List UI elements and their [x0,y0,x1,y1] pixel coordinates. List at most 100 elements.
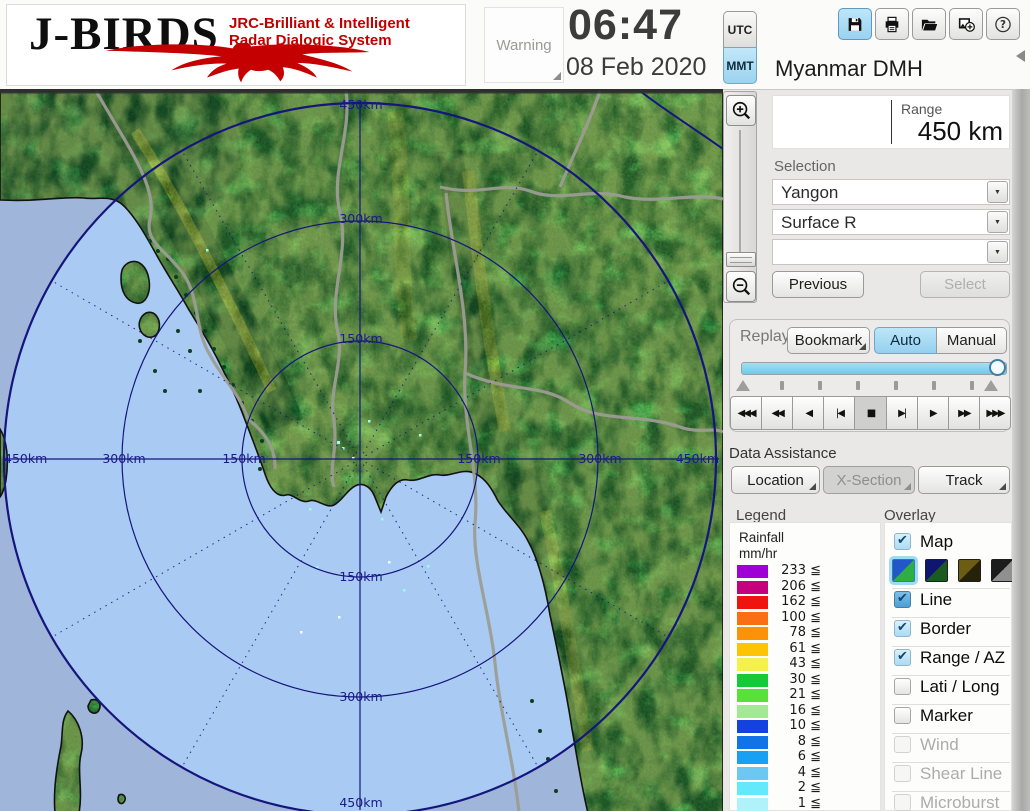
app-logo: J-BIRDS JRC-Brilliant & Intelligent Rada… [6,4,466,86]
replay-progress-slider[interactable] [741,362,1007,375]
replay-slider-handle[interactable] [989,359,1006,376]
replay-label: Replay [740,328,790,346]
product-dropdown[interactable]: Surface R ▼ [772,209,1010,235]
slider-tick [856,381,860,390]
map-style-swatch-4[interactable] [991,559,1014,582]
slider-tick [818,381,822,390]
ring-label: 150km [457,451,500,466]
chevron-down-icon[interactable]: ▼ [987,211,1008,233]
legend-swatch [737,627,768,640]
map-zoom-control [723,91,757,303]
print-button[interactable] [875,8,909,40]
chevron-down-icon[interactable]: ▼ [987,241,1008,263]
location-button[interactable]: Location [731,466,820,494]
warning-label: Warning [496,37,551,54]
legend-swatch [737,767,768,780]
overlay-row-border: Border [892,617,1010,644]
warning-button[interactable]: Warning [484,7,564,83]
legend-value: 4 ≦ [771,765,821,780]
overlay-label: Range / AZ [920,648,1005,668]
timezone-mmt-button[interactable]: MMT [723,47,757,84]
playback-forward-button[interactable]: ▶▶ [948,396,980,430]
playback-play-button[interactable]: ▶ [917,396,949,430]
zoom-slider-handle[interactable] [726,252,756,267]
legend-swatch [737,643,768,656]
overlay-row-marker: Marker [892,704,1010,731]
ring-label: 150km [339,569,382,584]
playback-step-back-button[interactable]: |◀ [823,396,855,430]
legend-swatch [737,782,768,795]
logo-tagline-line1: JRC-Brilliant & Intelligent [229,15,410,32]
select-button[interactable]: Select [920,271,1010,298]
playback-step-forward-button[interactable]: ▶| [886,396,918,430]
border-checkbox[interactable] [894,620,911,637]
replay-range-end-marker[interactable] [984,380,998,391]
legend-value: 6 ≦ [771,749,821,764]
timezone-utc-button[interactable]: UTC [723,11,757,48]
microburst-checkbox [894,794,911,811]
radar-map[interactable]: 450km 300km 150km 150km 300km 450km 450k… [0,89,723,811]
overlay-label: Border [920,619,971,639]
chevron-down-icon[interactable]: ▼ [987,181,1008,203]
legend-swatch [737,674,768,687]
zoom-out-icon [730,276,752,298]
app-header: J-BIRDS JRC-Brilliant & Intelligent Rada… [0,0,1030,90]
legend-swatch [737,751,768,764]
help-button[interactable]: ? [986,8,1020,40]
legend-value: 100 ≦ [771,610,821,625]
wind-checkbox [894,736,911,753]
legend-value: 43 ≦ [771,656,821,671]
legend-swatch [737,689,768,702]
range-value: 450 km [918,116,1003,147]
legend-value: 61 ≦ [771,641,821,656]
add-image-button[interactable] [949,8,983,40]
lati-long-checkbox[interactable] [894,678,911,695]
overlay-label: Shear Line [920,764,1002,784]
legend-value: 1 ≦ [771,796,821,811]
line-checkbox[interactable] [894,591,911,608]
open-folder-button[interactable] [912,8,946,40]
save-button[interactable] [838,8,872,40]
zoom-slider-track[interactable] [730,130,750,252]
zoom-in-button[interactable] [726,95,756,126]
replay-manual-button[interactable]: Manual [936,327,1007,354]
legend-unit-line2: mm/hr [739,546,777,561]
range-label: Range [901,101,942,117]
track-button[interactable]: Track [918,466,1010,494]
legend-swatch [737,736,768,749]
marker-checkbox[interactable] [894,707,911,724]
map-style-swatch-3[interactable] [958,559,981,582]
panel-collapse-icon[interactable] [1016,50,1025,62]
playback-stop-button[interactable]: ■ [854,396,886,430]
option-dropdown[interactable]: ▼ [772,239,1010,265]
playback-rewind-button[interactable]: ◀◀ [761,396,793,430]
legend-value: 21 ≦ [771,687,821,702]
playback-rewind-fast-button[interactable]: ◀◀◀ [730,396,762,430]
replay-auto-button[interactable]: Auto [874,327,937,354]
ring-label: 450km [339,97,382,112]
map-style-swatch-1[interactable] [892,559,915,582]
x-section-button[interactable]: X-Section [823,466,915,494]
eagle-logo-icon [15,41,460,85]
legend-value: 78 ≦ [771,625,821,640]
bookmark-button[interactable]: Bookmark [787,327,870,354]
station-dropdown[interactable]: Yangon ▼ [772,179,1010,205]
slider-tick [932,381,936,390]
map-style-swatch-2[interactable] [925,559,948,582]
legend-swatch [737,705,768,718]
replay-range-start-marker[interactable] [736,380,750,391]
playback-back-button[interactable]: ◀ [792,396,824,430]
zoom-out-button[interactable] [726,271,756,302]
print-icon [882,15,902,34]
range-az-checkbox[interactable] [894,649,911,666]
playback-forward-fast-button[interactable]: ▶▶▶ [979,396,1011,430]
map-checkbox[interactable] [894,533,911,550]
overlay-label: Wind [920,735,959,755]
overlay-label: Line [920,590,952,610]
open-folder-icon [919,15,939,34]
slider-tick [780,381,784,390]
slider-tick [894,381,898,390]
previous-button[interactable]: Previous [772,271,864,298]
help-icon: ? [993,15,1013,34]
right-rail[interactable] [1012,89,1030,811]
